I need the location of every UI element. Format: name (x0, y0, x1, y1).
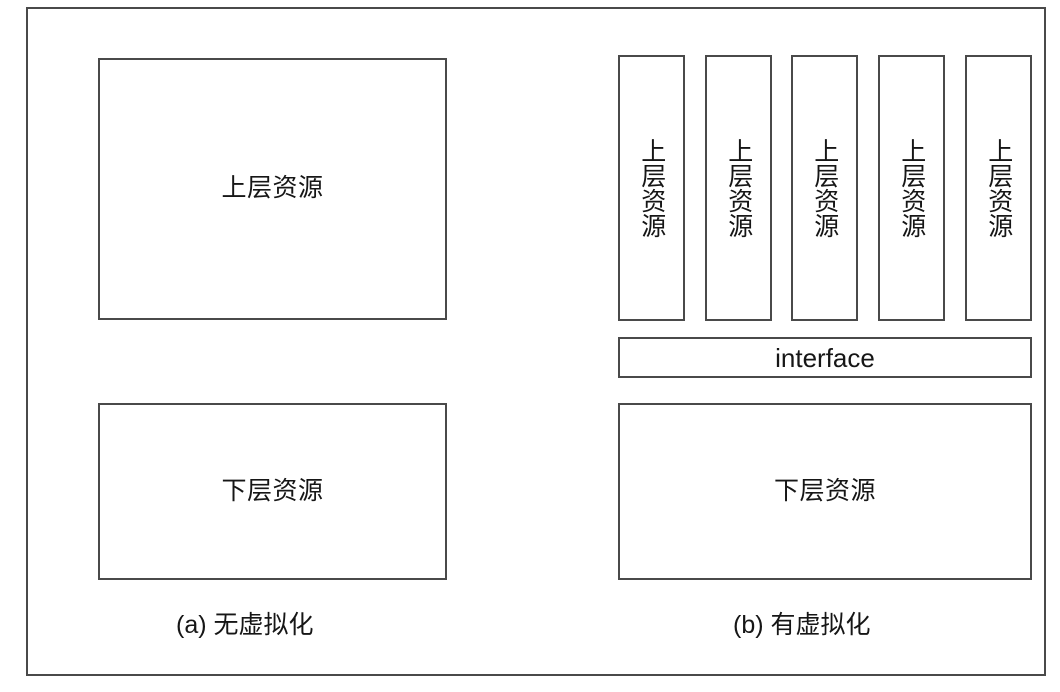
panel-b-vm-column-1: 上层资源 (618, 55, 685, 321)
figure-outer-frame: 上层资源 下层资源 上层资源 上层资源 上层资源 上层资源 上层资源 inter… (26, 7, 1046, 676)
panel-b-vm-column-1-label: 上层资源 (637, 138, 666, 238)
panel-b-vm-column-3: 上层资源 (791, 55, 858, 321)
panel-b-vm-column-5-label: 上层资源 (984, 138, 1013, 238)
panel-b-vm-column-3-label: 上层资源 (810, 138, 839, 238)
panel-b-vm-column-4-label: 上层资源 (897, 138, 926, 238)
panel-b-lower-resource-label: 下层资源 (773, 476, 876, 505)
panel-a-upper-resource-box: 上层资源 (98, 58, 447, 320)
panel-a-upper-resource-label: 上层资源 (221, 174, 324, 203)
panel-b-vm-column-5: 上层资源 (965, 55, 1032, 321)
panel-b-lower-resource-box: 下层资源 (618, 403, 1032, 580)
panel-b-vm-column-4: 上层资源 (878, 55, 945, 321)
panel-a-lower-resource-label: 下层资源 (221, 476, 324, 505)
panel-a-lower-resource-box: 下层资源 (98, 403, 447, 580)
panel-b-vm-column-2-label: 上层资源 (724, 138, 753, 238)
panel-b-caption: (b) 有虚拟化 (733, 611, 871, 639)
panel-b-interface-label: interface (775, 342, 875, 373)
figure-root: 上层资源 下层资源 上层资源 上层资源 上层资源 上层资源 上层资源 inter… (0, 0, 1060, 692)
panel-b-vm-column-2: 上层资源 (705, 55, 772, 321)
panel-a-caption: (a) 无虚拟化 (176, 611, 314, 639)
panel-b-interface-box: interface (618, 337, 1032, 378)
